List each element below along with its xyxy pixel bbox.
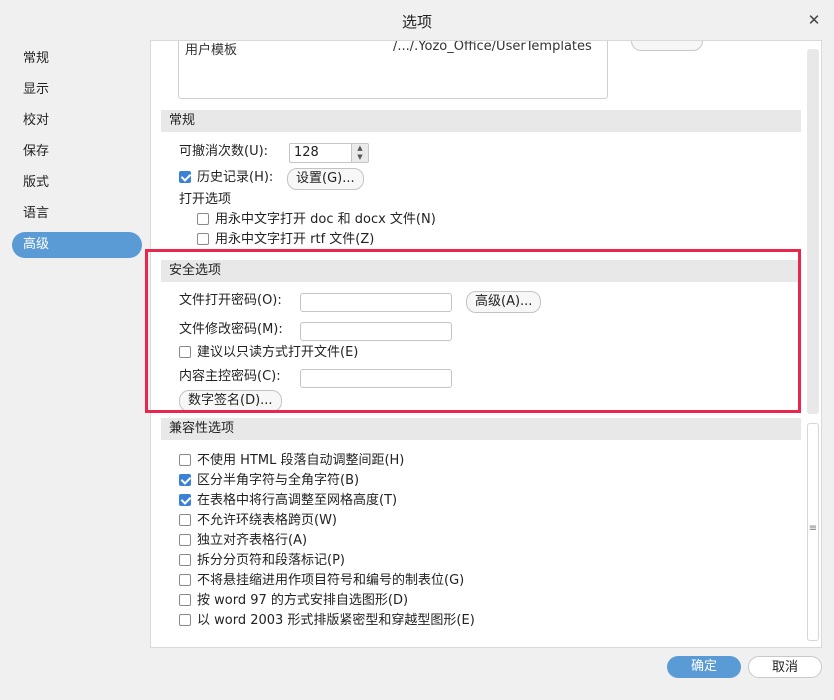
template-path: /.../.Yozo_Office/UserTemplates: [393, 40, 592, 54]
ok-button[interactable]: 确定: [667, 656, 741, 678]
title-bar: 选项 ✕: [0, 0, 834, 40]
compat-checkbox[interactable]: [179, 594, 191, 606]
undo-count-value: 128: [294, 145, 319, 160]
open-rtf-row: 用永中文字打开 rtf 文件(Z): [197, 230, 374, 250]
compat-checkbox[interactable]: [179, 474, 191, 486]
compat-option-label: 在表格中将行高调整至网格高度(T): [197, 493, 398, 508]
scrollbar-track: [807, 49, 819, 414]
history-row: 历史记录(H):: [179, 168, 273, 188]
compat-option-row: 区分半角字符与全角字符(B): [179, 471, 359, 491]
open-options-label: 打开选项: [179, 192, 232, 207]
compat-checkbox[interactable]: [179, 554, 191, 566]
open-doc-row: 用永中文字打开 doc 和 docx 文件(N): [197, 210, 436, 230]
compat-option-label: 不使用 HTML 段落自动调整间距(H): [197, 453, 405, 468]
compat-option-label: 不将悬挂缩进用作项目符号和编号的制表位(G): [197, 573, 465, 588]
open-rtf-checkbox[interactable]: [197, 233, 209, 245]
open-doc-label: 用永中文字打开 doc 和 docx 文件(N): [215, 212, 436, 227]
compat-option-row: 不将悬挂缩进用作项目符号和编号的制表位(G): [179, 571, 464, 591]
sidebar-item-proofing[interactable]: 校对: [12, 108, 142, 134]
history-label: 历史记录(H):: [197, 170, 274, 185]
template-name: 用户模板: [185, 43, 238, 58]
compat-option-label: 拆分分页符和段落标记(P): [197, 553, 345, 568]
compat-option-row: 独立对齐表格行(A): [179, 531, 307, 551]
compat-option-label: 独立对齐表格行(A): [197, 533, 308, 548]
sidebar-item-layout[interactable]: 版式: [12, 170, 142, 196]
compat-checkbox[interactable]: [179, 534, 191, 546]
sidebar: 常规 显示 校对 保存 版式 语言 高级: [12, 46, 142, 263]
compat-option-row: 在表格中将行高调整至网格高度(T): [179, 491, 397, 511]
compat-checkbox[interactable]: [179, 514, 191, 526]
compat-option-row: 拆分分页符和段落标记(P): [179, 551, 345, 571]
compat-option-row: 不允许环绕表格跨页(W): [179, 511, 337, 531]
undo-count-stepper[interactable]: 128 ▲ ▼: [289, 143, 369, 163]
compat-option-row: 以 word 2003 形式排版紧密型和穿越型图形(E): [179, 611, 475, 631]
sidebar-item-display[interactable]: 显示: [12, 77, 142, 103]
compat-option-label: 不允许环绕表格跨页(W): [197, 513, 337, 528]
security-highlight-box: [145, 249, 801, 413]
compat-checkbox[interactable]: [179, 454, 191, 466]
open-doc-checkbox[interactable]: [197, 213, 209, 225]
compat-checkbox[interactable]: [179, 494, 191, 506]
modify-location-button[interactable]: [631, 41, 703, 51]
open-rtf-label: 用永中文字打开 rtf 文件(Z): [215, 232, 375, 247]
compatibility-section-header: 兼容性选项: [161, 418, 801, 440]
compat-checkbox[interactable]: [179, 614, 191, 626]
general-section-header: 常规: [161, 110, 801, 132]
scroll-grip-icon: ≡: [808, 523, 818, 534]
compat-option-label: 区分半角字符与全角字符(B): [197, 473, 360, 488]
history-checkbox[interactable]: [179, 171, 191, 183]
compat-checkbox[interactable]: [179, 574, 191, 586]
history-settings-button[interactable]: 设置(G)...: [287, 168, 364, 190]
compat-option-row: 按 word 97 的方式安排自选图形(D): [179, 591, 408, 611]
dialog-title: 选项: [401, 13, 432, 31]
file-location-list[interactable]: 用户模板 /.../.Yozo_Office/UserTemplates: [178, 40, 608, 99]
stepper-arrows-icon[interactable]: ▲ ▼: [351, 144, 368, 162]
sidebar-item-language[interactable]: 语言: [12, 201, 142, 227]
undo-label: 可撤消次数(U):: [179, 144, 269, 159]
compat-option-label: 以 word 2003 形式排版紧密型和穿越型图形(E): [197, 613, 475, 628]
compat-option-row: 不使用 HTML 段落自动调整间距(H): [179, 451, 404, 471]
cancel-button[interactable]: 取消: [748, 656, 822, 678]
sidebar-item-advanced[interactable]: 高级: [12, 232, 142, 258]
compat-option-label: 按 word 97 的方式安排自选图形(D): [197, 593, 409, 608]
close-icon[interactable]: ✕: [806, 12, 822, 28]
sidebar-item-save[interactable]: 保存: [12, 139, 142, 165]
sidebar-item-general[interactable]: 常规: [12, 46, 142, 72]
